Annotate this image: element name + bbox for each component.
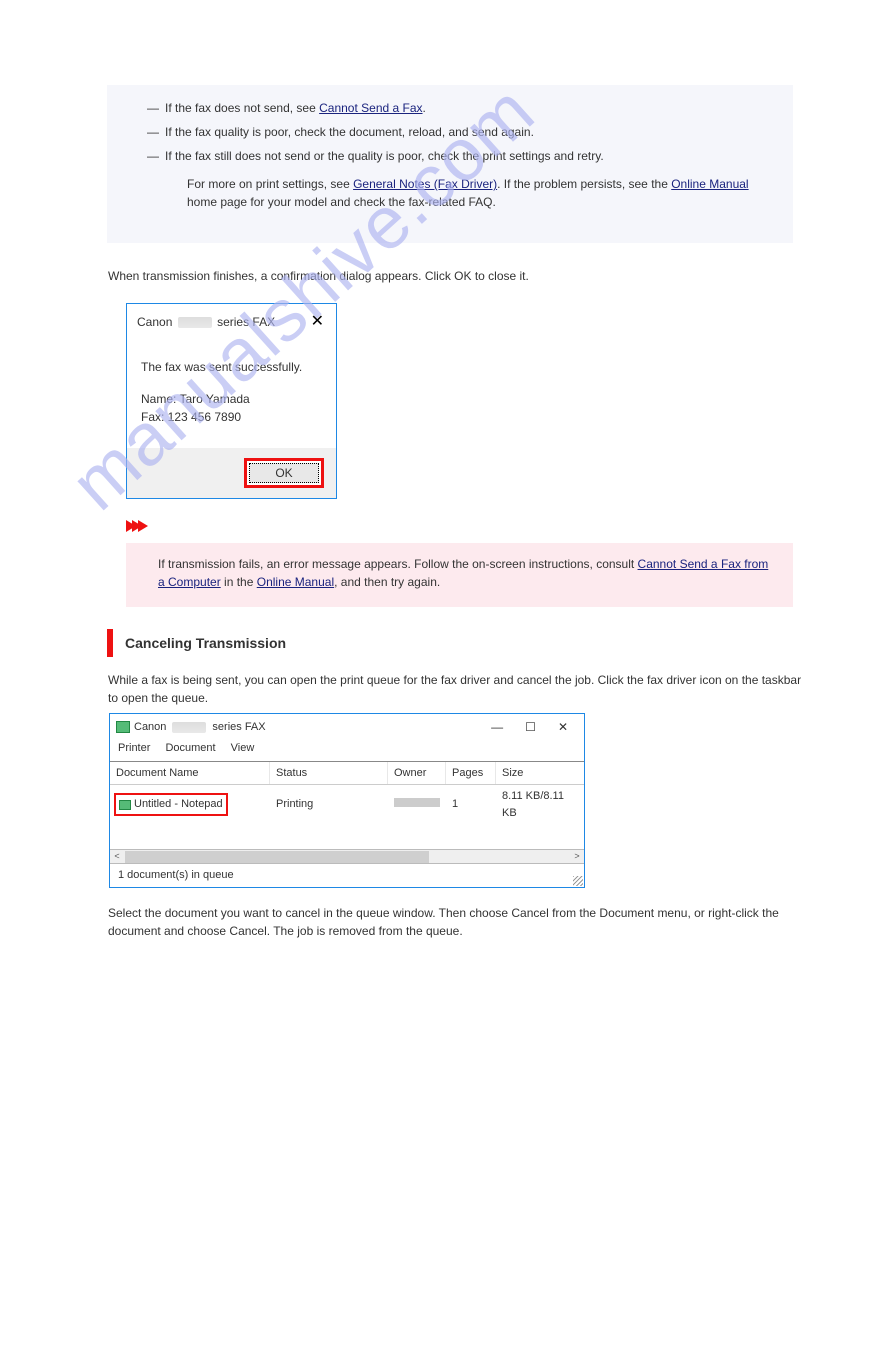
redacted-owner [394,798,440,807]
bullet-item: — If the fax still does not send or the … [147,147,753,165]
dialog-footer: OK [127,448,336,498]
para-before: For more on print settings, see [187,177,353,191]
minimize-icon[interactable]: — [491,718,503,736]
para-after2: home page for your model and check the f… [187,195,496,209]
dialog-title-prefix: Canon [137,315,172,329]
dash-icon: — [147,99,165,117]
dialog-titlebar: Canon series FAX ✕ [127,304,336,340]
redacted-model [178,317,212,328]
cancel-paragraph: While a fax is being sent, you can open … [108,671,807,707]
close-icon[interactable]: ✕ [307,310,328,334]
bullet-link[interactable]: Cannot Send a Fax [319,101,422,115]
col-status[interactable]: Status [270,762,388,785]
col-size[interactable]: Size [496,762,584,785]
queue-title-suffix: series FAX [212,719,265,736]
queue-titlebar: Canon series FAX — ☐ ✕ [110,714,584,738]
dialog-body: The fax was sent successfully. Name: Tar… [127,340,336,448]
scroll-right-icon[interactable]: > [570,850,584,864]
redacted-model [172,722,206,733]
menu-document[interactable]: Document [165,742,215,754]
bullet-item: — If the fax does not send, see Cannot S… [147,99,753,117]
ok-button[interactable]: OK [249,463,319,483]
scroll-track[interactable] [125,851,429,863]
menu-printer[interactable]: Printer [118,742,150,754]
bullet-text: If the fax still does not send or the qu… [165,147,604,165]
close-icon[interactable]: ✕ [558,718,568,736]
after-queue-paragraph: Select the document you want to cancel i… [108,904,807,940]
bullet-suffix: . [423,101,426,115]
queue-menubar: Printer Document View [110,738,584,761]
document-icon [119,800,131,810]
dialog-title-suffix: series FAX [217,315,275,329]
scroll-left-icon[interactable]: < [110,850,124,864]
print-queue-window: Canon series FAX — ☐ ✕ Printer Document … [109,713,585,888]
note-mid: in the [221,575,257,589]
menu-view[interactable]: View [231,742,255,754]
resize-grip-icon[interactable] [573,876,583,886]
confirmation-paragraph: When transmission finishes, a confirmati… [108,267,807,285]
col-owner[interactable]: Owner [388,762,446,785]
info-box: — If the fax does not send, see Cannot S… [107,85,793,243]
bullet-prefix: If the fax does not send, see [165,101,319,115]
section-heading: Canceling Transmission [125,629,286,654]
important-note: If transmission fails, an error message … [126,543,793,607]
bullet-text: If the fax quality is poor, check the do… [165,123,534,141]
queue-statusbar: 1 document(s) in queue [110,863,584,887]
section-heading-row: Canceling Transmission [107,629,893,657]
row-status: Printing [270,793,388,816]
printer-icon [116,721,130,733]
fax-success-dialog: Canon series FAX ✕ The fax was sent succ… [126,303,337,499]
queue-body: Untitled - Notepad Printing 1 8.11 KB/8.… [110,785,584,849]
queue-column-header: Document Name Status Owner Pages Size [110,761,584,786]
document-highlight: Untitled - Notepad [114,793,228,816]
important-chevron-icon [126,519,893,537]
ok-highlight: OK [244,458,324,488]
para-after1: . If the problem persists, see the [497,177,671,191]
col-pages[interactable]: Pages [446,762,496,785]
note-before: If transmission fails, an error message … [158,557,638,571]
dialog-fax-line: Fax: 123 456 7890 [141,408,322,426]
dialog-name-line: Name: Taro Yamada [141,390,322,408]
online-manual-link-2[interactable]: Online Manual [257,575,334,589]
bullet-item: — If the fax quality is poor, check the … [147,123,753,141]
maximize-icon[interactable]: ☐ [525,718,536,736]
note-after: , and then try again. [334,575,440,589]
online-manual-link[interactable]: Online Manual [671,177,748,191]
dash-icon: — [147,147,165,165]
general-notes-link[interactable]: General Notes (Fax Driver) [353,177,497,191]
row-pages: 1 [446,793,496,816]
dash-icon: — [147,123,165,141]
heading-redbar-icon [107,629,113,657]
col-document-name[interactable]: Document Name [110,762,270,785]
queue-row[interactable]: Untitled - Notepad Printing 1 8.11 KB/8.… [110,785,584,824]
row-doc-name: Untitled - Notepad [134,796,223,813]
horizontal-scrollbar[interactable]: < > [110,849,584,863]
row-size: 8.11 KB/8.11 KB [496,785,584,824]
dialog-message: The fax was sent successfully. [141,358,322,376]
queue-title-prefix: Canon [134,719,166,736]
